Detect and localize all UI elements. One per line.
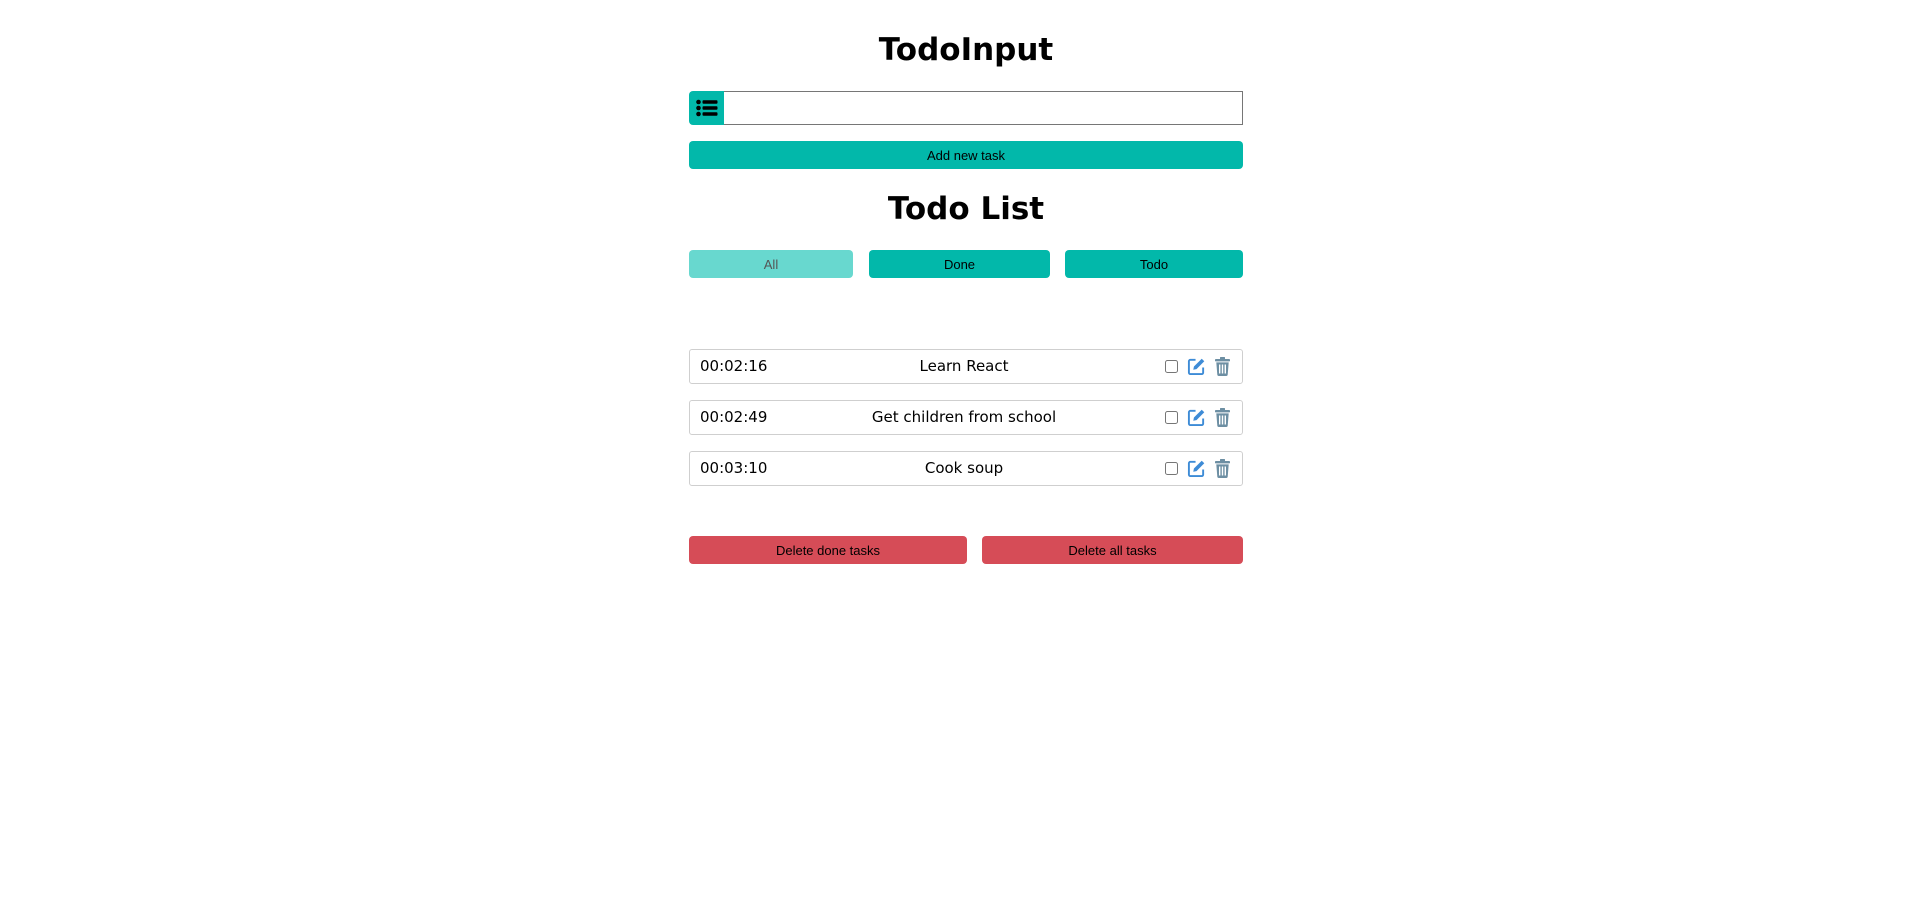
task-actions bbox=[1165, 350, 1232, 383]
task-done-checkbox[interactable] bbox=[1165, 462, 1178, 475]
task-list: 00:02:16 Learn React 00:02:49 Get childr… bbox=[689, 349, 1243, 502]
task-done-checkbox[interactable] bbox=[1165, 411, 1178, 424]
trash-icon[interactable] bbox=[1212, 459, 1232, 479]
todo-list-title: Todo List bbox=[887, 191, 1045, 227]
task-time: 00:02:49 bbox=[700, 408, 768, 426]
todo-app: TodoInput Add new task Todo List All Don… bbox=[0, 0, 1918, 919]
task-name: Cook soup bbox=[924, 459, 1004, 477]
task-name: Get children from school bbox=[871, 408, 1057, 426]
trash-icon[interactable] bbox=[1212, 357, 1232, 377]
todo-input-title: TodoInput bbox=[878, 32, 1054, 68]
new-task-input[interactable] bbox=[724, 91, 1243, 125]
pencil-square-icon[interactable] bbox=[1186, 357, 1206, 377]
task-item: 00:02:49 Get children from school bbox=[689, 400, 1243, 435]
task-item: 00:02:16 Learn React bbox=[689, 349, 1243, 384]
task-input-row bbox=[689, 91, 1243, 125]
task-name: Learn React bbox=[919, 357, 1009, 375]
delete-done-tasks-button[interactable]: Delete done tasks bbox=[689, 536, 967, 564]
filter-all-button[interactable]: All bbox=[689, 250, 853, 278]
task-time: 00:03:10 bbox=[700, 459, 768, 477]
task-time: 00:02:16 bbox=[700, 357, 768, 375]
list-icon bbox=[689, 91, 724, 125]
pencil-square-icon[interactable] bbox=[1186, 459, 1206, 479]
delete-all-tasks-button[interactable]: Delete all tasks bbox=[982, 536, 1243, 564]
trash-icon[interactable] bbox=[1212, 408, 1232, 428]
filter-todo-button[interactable]: Todo bbox=[1065, 250, 1243, 278]
pencil-square-icon[interactable] bbox=[1186, 408, 1206, 428]
task-actions bbox=[1165, 401, 1232, 434]
add-task-button[interactable]: Add new task bbox=[689, 141, 1243, 169]
task-actions bbox=[1165, 452, 1232, 485]
filter-done-button[interactable]: Done bbox=[869, 250, 1050, 278]
task-item: 00:03:10 Cook soup bbox=[689, 451, 1243, 486]
task-done-checkbox[interactable] bbox=[1165, 360, 1178, 373]
